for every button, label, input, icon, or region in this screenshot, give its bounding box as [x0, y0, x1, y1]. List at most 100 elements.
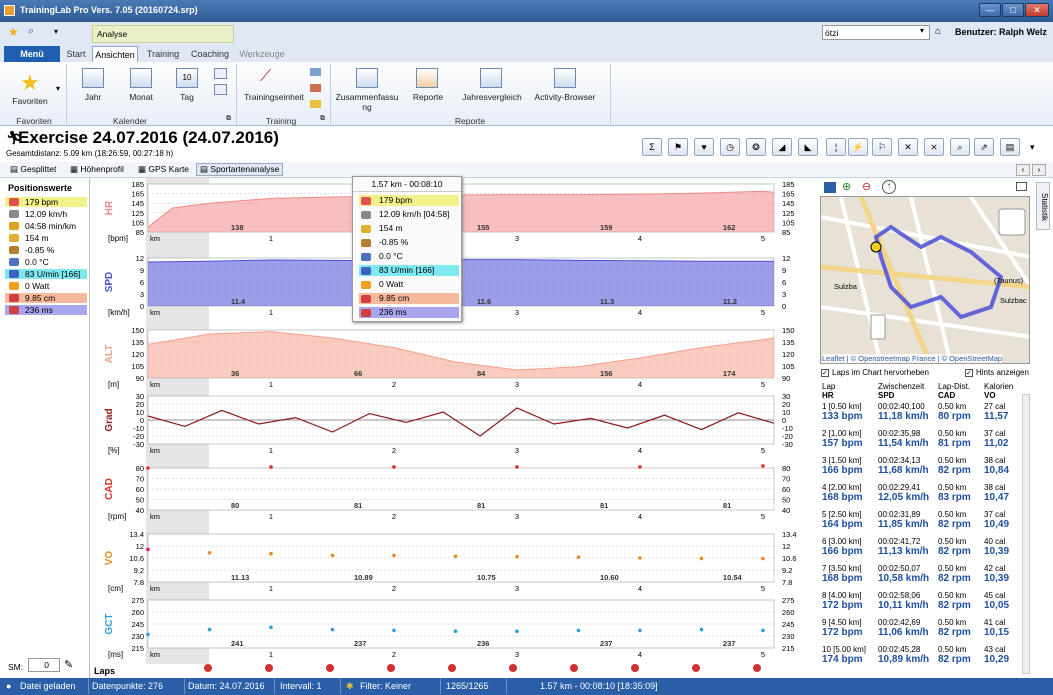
dialog-launcher-icon[interactable]: ⧉ [226, 115, 231, 123]
user-combo[interactable]: ötzi [822, 25, 930, 40]
lap-marker-icon[interactable] [509, 664, 517, 672]
star-icon[interactable]: ★ [8, 25, 19, 39]
hints-checkbox[interactable]: ✓ [965, 369, 973, 377]
tab-gps-karte[interactable]: ▦ GPS Karte [138, 164, 189, 175]
temp-icon[interactable]: ¦ [826, 138, 846, 156]
prev-arrow-icon[interactable]: ‹ [1016, 164, 1030, 176]
report-icon[interactable] [416, 68, 438, 88]
dropdown-icon[interactable]: ▾ [54, 27, 58, 36]
lap-marker-icon[interactable] [753, 664, 761, 672]
tab-sportartenanalyse[interactable]: ▤ Sportartenanalyse [196, 163, 284, 176]
next-arrow-icon[interactable]: › [1032, 164, 1046, 176]
laps-checkbox[interactable]: ✓ [821, 369, 829, 377]
maximize-panel-icon[interactable] [1016, 182, 1027, 191]
tab-menu[interactable]: Menü [4, 46, 60, 62]
sm-stepper[interactable]: 0 [28, 658, 60, 672]
star-icon[interactable]: ★ [20, 70, 40, 96]
summary-icon[interactable] [356, 68, 378, 88]
tab-werkzeuge[interactable]: Werkzeuge [238, 46, 286, 62]
tab-coaching[interactable]: Coaching [188, 46, 232, 62]
tab-hoehenprofil[interactable]: ▦ Höhenprofil [70, 164, 124, 175]
gct-icon[interactable]: ⨯ [924, 138, 944, 156]
calendar-month-icon[interactable] [130, 68, 152, 88]
dialog-launcher-icon[interactable]: ⧉ [320, 115, 325, 123]
heart-icon[interactable]: ♥ [694, 138, 714, 156]
calendar-day-icon[interactable]: 10 [176, 68, 198, 88]
runner-icon[interactable]: ⚑ [668, 138, 688, 156]
training-chart-icon[interactable]: ⟋ [260, 68, 271, 86]
activity-browser-icon[interactable] [554, 68, 576, 88]
status-filter[interactable]: Filter: Keiner [360, 681, 411, 691]
table-row[interactable]: 9 [4.50 km] 172 bpm 00:02:42,69 11,06 km/h 0… [820, 618, 1020, 644]
altitude-icon[interactable]: ◢ [772, 138, 792, 156]
maximize-button[interactable]: □ [1002, 3, 1024, 17]
table-row[interactable]: 2 [1.00 km] 157 bpm 00:02:35,98 11,54 km/h 0… [820, 429, 1020, 455]
calendar-year-icon[interactable] [82, 68, 104, 88]
sum-icon[interactable]: Σ [642, 138, 662, 156]
cyclist-icon[interactable]: ⚐ [872, 138, 892, 156]
table-row[interactable]: 1 [0.50 km] 133 bpm 00:02:40,100 11,18 km/h… [820, 402, 1020, 428]
chart-icon[interactable]: ⇗ [974, 138, 994, 156]
favoriten-button[interactable]: Favoriten [6, 96, 54, 106]
lap-marker-icon[interactable] [204, 664, 212, 672]
reporte-button[interactable]: Reporte [406, 92, 450, 102]
table-row[interactable]: 4 [2.00 km] 168 bpm 00:02:29,41 12,05 km/h 0… [820, 483, 1020, 509]
power-icon[interactable]: ⚡ [848, 138, 868, 156]
lap-scrollbar[interactable] [1022, 394, 1030, 674]
lap-value-label: 11.6 [477, 297, 491, 306]
jahresvergleich-button[interactable]: Jahresvergleich [456, 92, 528, 102]
export-icon[interactable]: ✎ [64, 658, 73, 671]
table-row[interactable]: 8 [4.00 km] 172 bpm 00:02:58,06 10,11 km/h 0… [820, 591, 1020, 617]
table-row[interactable]: 7 [3.50 km] 168 bpm 00:02:50,07 10,58 km/h 0… [820, 564, 1020, 590]
activity-browser-button[interactable]: Activity-Browser [530, 92, 600, 102]
fit-map-icon[interactable] [824, 182, 836, 193]
data-point [761, 464, 765, 468]
tab-training[interactable]: Training [142, 46, 184, 62]
monat-button[interactable]: Monat [122, 92, 160, 102]
zoom-out-icon[interactable]: ⊖ [862, 180, 871, 193]
cadence-icon[interactable]: ❂ [746, 138, 766, 156]
x-axis-label: km [150, 308, 160, 317]
zoom-in-icon[interactable]: ⊕ [842, 180, 851, 193]
table-row[interactable]: 3 [1.50 km] 166 bpm 00:02:34,13 11,68 km/h 0… [820, 456, 1020, 482]
lap-marker-icon[interactable] [570, 664, 578, 672]
chevron-down-icon[interactable]: ▾ [920, 26, 924, 35]
lap-marker-icon[interactable] [448, 664, 456, 672]
user-switch-icon[interactable]: ⌂ [935, 26, 941, 37]
palette-icon[interactable]: ▤ [1000, 138, 1020, 156]
lap-marker-icon[interactable] [692, 664, 700, 672]
stopwatch-icon[interactable]: ◷ [720, 138, 740, 156]
table-row[interactable]: 5 [2.50 km] 164 bpm 00:02:31,89 11,85 km/h 0… [820, 510, 1020, 536]
trainingseinheit-button[interactable]: Trainingseinheit [242, 92, 306, 102]
jahr-button[interactable]: Jahr [76, 92, 110, 102]
comparison-icon[interactable] [480, 68, 502, 88]
magnify-icon[interactable]: ⌕ [950, 138, 970, 156]
tag-button[interactable]: Tag [172, 92, 202, 102]
calendar-list-icon[interactable] [214, 84, 227, 95]
statistik-tab[interactable]: Statistik [1036, 182, 1050, 230]
tab-ansichten[interactable]: Ansichten [92, 46, 138, 62]
lap-marker-icon[interactable] [265, 664, 273, 672]
search-icon[interactable]: ⌕ [28, 25, 34, 38]
table-row[interactable]: 10 [5.00 km] 174 bpm 00:02:45,28 10,89 km/h… [820, 645, 1020, 671]
lap-marker-icon[interactable] [631, 664, 639, 672]
vo-icon[interactable]: ✕ [898, 138, 918, 156]
map-attribution[interactable]: Leaflet | © Openstreetmap France | © Ope… [822, 354, 1003, 363]
tab-gesplittet[interactable]: ▤ Gesplittet [10, 164, 56, 175]
calendar-week-icon[interactable] [214, 68, 227, 79]
lap-marker-icon[interactable] [326, 664, 334, 672]
close-button[interactable]: ✕ [1025, 3, 1049, 17]
chart-small-icon[interactable] [310, 100, 321, 108]
chart-small-icon[interactable] [310, 68, 321, 76]
y-tick-label-right: 215 [782, 644, 795, 653]
grade-icon[interactable]: ◣ [798, 138, 818, 156]
zusammenfassung-button[interactable]: Zusammenfassu ng [334, 92, 400, 112]
tab-start[interactable]: Start [62, 46, 90, 62]
chevron-down-icon[interactable]: ▾ [1030, 142, 1035, 153]
chart-small-icon[interactable] [310, 84, 321, 92]
minimize-button[interactable]: — [979, 3, 1001, 17]
table-row[interactable]: 6 [3.00 km] 166 bpm 00:02:41,72 11,13 km/h 0… [820, 537, 1020, 563]
upload-icon[interactable]: ↑ [882, 180, 896, 194]
chevron-down-icon[interactable]: ▾ [56, 84, 60, 93]
lap-marker-icon[interactable] [387, 664, 395, 672]
